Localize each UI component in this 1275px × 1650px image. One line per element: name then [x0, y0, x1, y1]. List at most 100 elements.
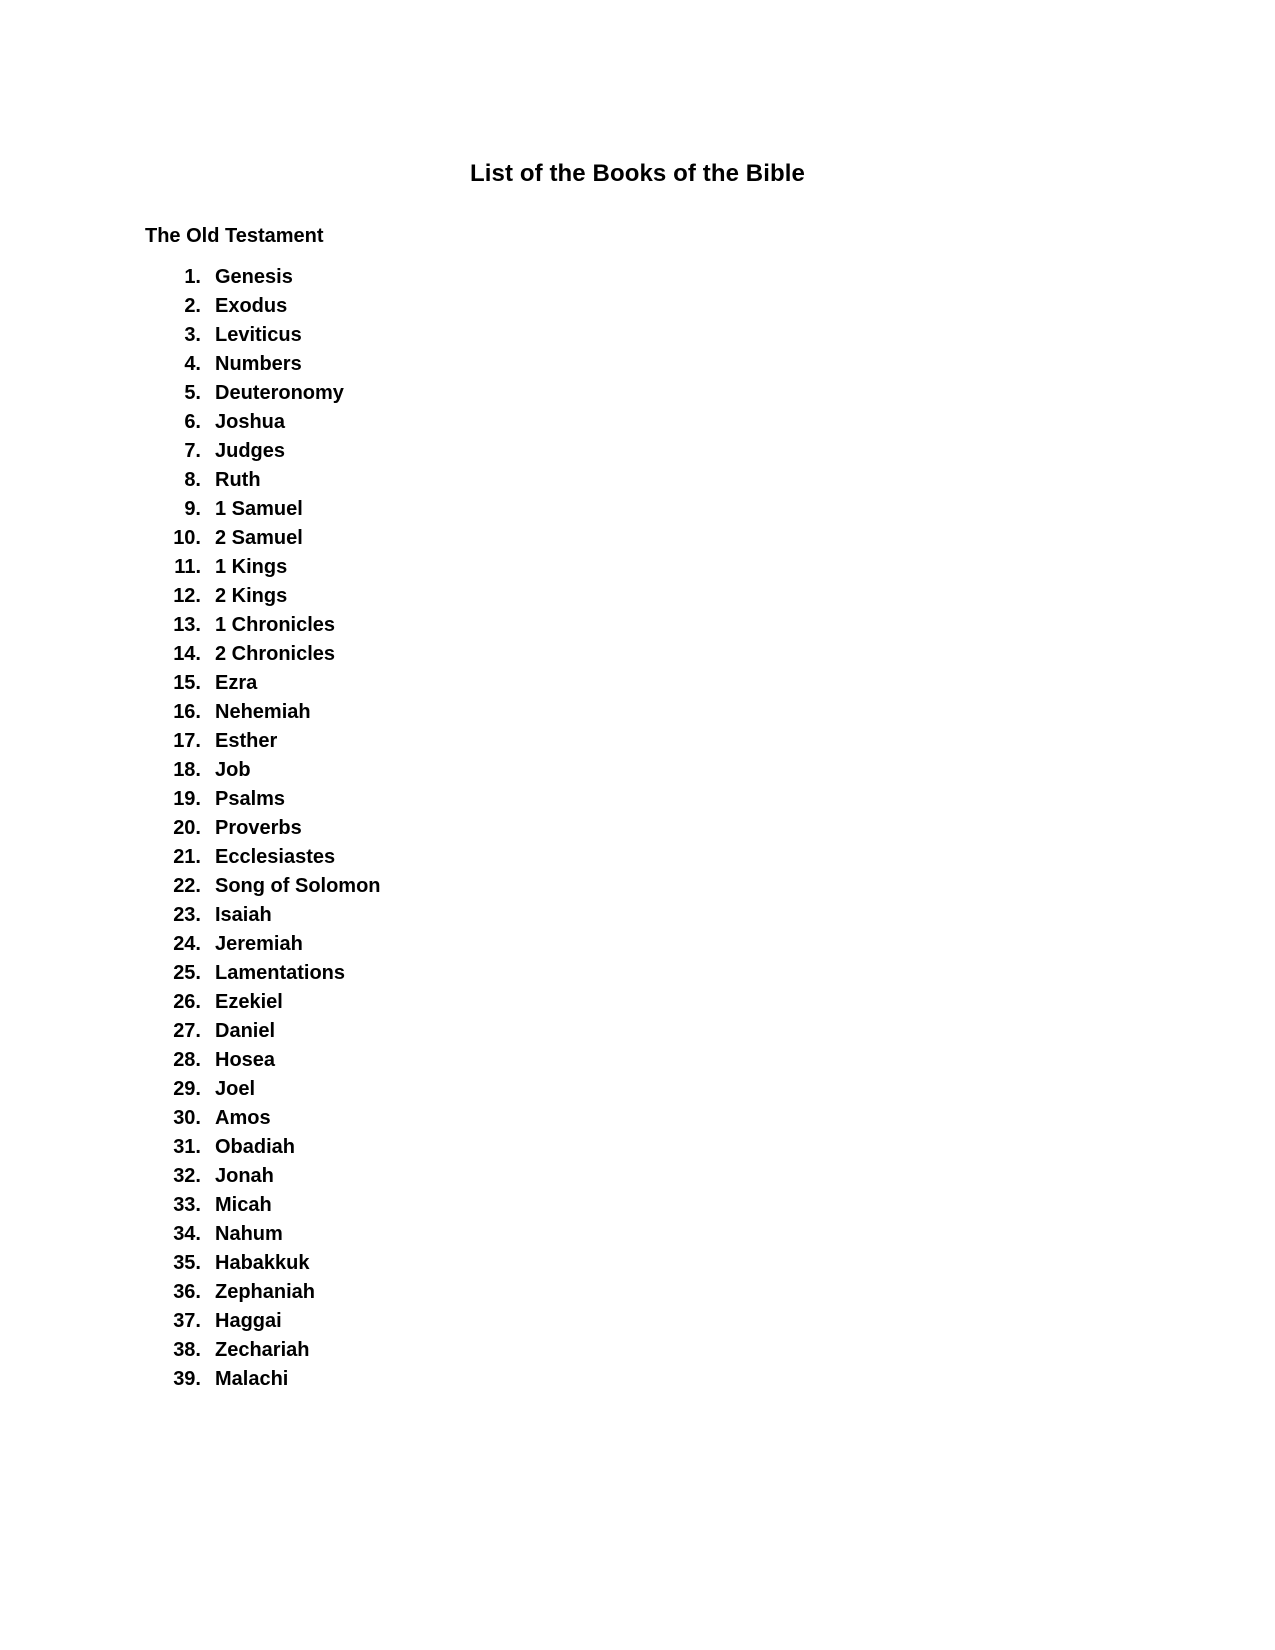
list-item-number: 33.: [173, 1194, 201, 1216]
list-item-number: 32.: [173, 1165, 201, 1187]
list-item: 12. 2 Kings: [145, 582, 1045, 611]
list-item-label: Exodus: [215, 295, 288, 317]
list-item-number: 28.: [173, 1049, 201, 1071]
list-item: 1. Genesis: [145, 263, 1045, 292]
list-item-label: Daniel: [215, 1020, 276, 1042]
list-item-label: Jonah: [215, 1165, 274, 1187]
list-item-label: 2 Samuel: [215, 527, 303, 549]
list-item: 23. Isaiah: [145, 901, 1045, 930]
list-item-label: 2 Chronicles: [215, 643, 336, 665]
list-item: 38. Zechariah: [145, 1336, 1045, 1365]
list-item-number: 38.: [173, 1339, 201, 1361]
list-item: 25. Lamentations: [145, 959, 1045, 988]
list-item-number: 31.: [173, 1136, 201, 1158]
list-item-number: 18.: [173, 759, 201, 781]
list-item: 33. Micah: [145, 1191, 1045, 1220]
list-item-number: 15.: [173, 672, 201, 694]
list-item-number: 23.: [173, 904, 201, 926]
list-item-label: Malachi: [215, 1368, 289, 1390]
section-heading-old-testament: The Old Testament: [145, 224, 324, 247]
list-item: 35. Habakkuk: [145, 1249, 1045, 1278]
list-item: 31. Obadiah: [145, 1133, 1045, 1162]
list-item: 22. Song of Solomon: [145, 872, 1045, 901]
list-item: 39. Malachi: [145, 1365, 1045, 1394]
list-item: 34. Nahum: [145, 1220, 1045, 1249]
list-item: 11. 1 Kings: [145, 553, 1045, 582]
list-item-label: 1 Kings: [215, 556, 288, 578]
list-item: 30. Amos: [145, 1104, 1045, 1133]
list-item-number: 11.: [174, 556, 201, 578]
list-item-label: Psalms: [215, 788, 286, 810]
list-item-label: Job: [215, 759, 251, 781]
list-item-number: 9.: [184, 498, 201, 520]
list-item-label: Jeremiah: [215, 933, 303, 955]
list-item: 20. Proverbs: [145, 814, 1045, 843]
list-item-label: Habakkuk: [215, 1252, 310, 1274]
list-item-number: 35.: [173, 1252, 201, 1274]
list-item-number: 7.: [184, 440, 201, 462]
list-item-number: 39.: [173, 1368, 201, 1390]
list-item: 10. 2 Samuel: [145, 524, 1045, 553]
page-title: List of the Books of the Bible: [469, 160, 805, 188]
list-item-label: Numbers: [215, 353, 302, 375]
list-item: 3. Leviticus: [145, 321, 1045, 350]
list-item-number: 6.: [184, 411, 201, 433]
list-item-label: Ecclesiastes: [215, 846, 336, 868]
list-item-label: Joel: [215, 1078, 256, 1100]
document-page: List of the Books of the Bible The Old T…: [0, 0, 1275, 1650]
list-item-number: 3.: [184, 324, 201, 346]
list-item: 13. 1 Chronicles: [145, 611, 1045, 640]
list-item-number: 8.: [184, 469, 201, 491]
list-item: 2. Exodus: [145, 292, 1045, 321]
list-item-number: 37.: [173, 1310, 201, 1332]
list-item: 17. Esther: [145, 727, 1045, 756]
list-item-number: 34.: [173, 1223, 201, 1245]
list-item-label: Ezra: [215, 672, 258, 694]
list-item: 9. 1 Samuel: [145, 495, 1045, 524]
list-item-label: Deuteronomy: [215, 382, 344, 404]
list-item: 5. Deuteronomy: [145, 379, 1045, 408]
list-item-label: Ezekiel: [215, 991, 283, 1013]
list-item-label: Ruth: [215, 469, 261, 491]
list-item-number: 26.: [173, 991, 201, 1013]
list-item: 24. Jeremiah: [145, 930, 1045, 959]
list-item-label: Obadiah: [215, 1136, 296, 1158]
list-item-number: 13.: [173, 614, 201, 636]
list-item-number: 24.: [173, 933, 201, 955]
list-item: 18. Job: [145, 756, 1045, 785]
list-item-number: 29.: [173, 1078, 201, 1100]
list-item-label: Proverbs: [215, 817, 302, 839]
list-item: 28. Hosea: [145, 1046, 1045, 1075]
list-item-label: Nehemiah: [215, 701, 311, 723]
list-item: 32. Jonah: [145, 1162, 1045, 1191]
list-item-number: 5.: [184, 382, 201, 404]
list-item-label: Judges: [215, 440, 286, 462]
list-item-number: 16.: [173, 701, 201, 723]
list-item-label: Isaiah: [215, 904, 272, 926]
list-item: 19. Psalms: [145, 785, 1045, 814]
list-item-label: Haggai: [215, 1310, 282, 1332]
list-item: 21. Ecclesiastes: [145, 843, 1045, 872]
list-item-number: 10.: [173, 527, 201, 549]
list-item-label: Lamentations: [215, 962, 346, 984]
list-item-label: Zephaniah: [215, 1281, 316, 1303]
list-item-number: 27.: [173, 1020, 201, 1042]
list-item-label: Hosea: [215, 1049, 276, 1071]
list-item-number: 20.: [173, 817, 201, 839]
list-item-label: Genesis: [215, 266, 293, 288]
list-item-number: 4.: [184, 353, 201, 375]
list-item-number: 12.: [173, 585, 201, 607]
list-item-number: 1.: [184, 266, 201, 288]
list-item-label: Leviticus: [215, 324, 302, 346]
list-item: 4. Numbers: [145, 350, 1045, 379]
list-item-label: Esther: [215, 730, 278, 752]
list-item: 7. Judges: [145, 437, 1045, 466]
list-item: 37. Haggai: [145, 1307, 1045, 1336]
list-item-label: Amos: [215, 1107, 271, 1129]
list-item-label: 1 Samuel: [215, 498, 303, 520]
list-item-number: 36.: [173, 1281, 201, 1303]
list-item-label: Zechariah: [215, 1339, 310, 1361]
list-item-label: Joshua: [215, 411, 286, 433]
list-item: 29. Joel: [145, 1075, 1045, 1104]
list-item-number: 14.: [173, 643, 201, 665]
